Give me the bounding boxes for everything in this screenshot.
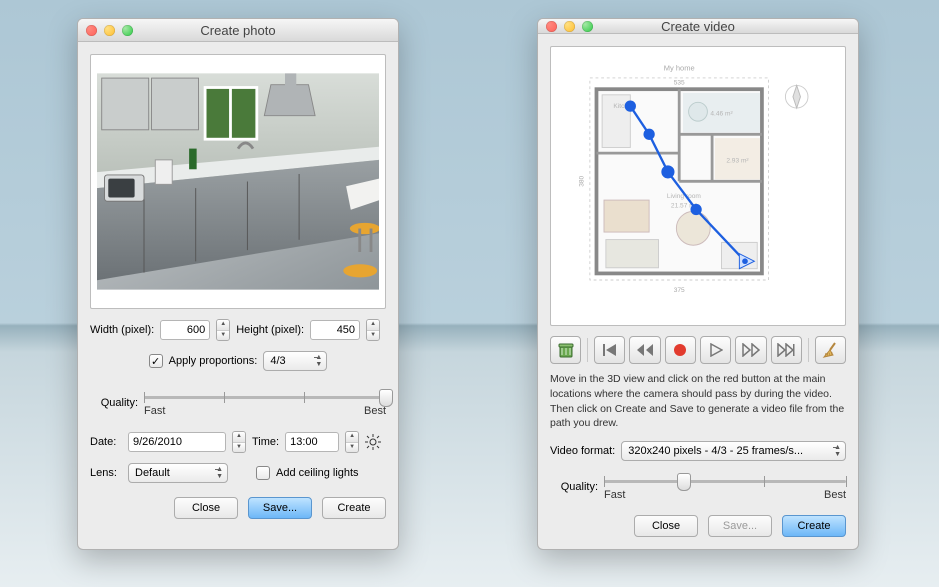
floor-plan-icon: My home 535 380 375 — [557, 53, 839, 319]
quality-slider[interactable] — [144, 389, 386, 405]
height-stepper[interactable]: ▲▼ — [366, 319, 380, 341]
lens-label: Lens: — [90, 467, 122, 479]
quality-fast-label: Fast — [604, 489, 625, 501]
svg-text:535: 535 — [674, 80, 685, 87]
close-window-icon[interactable] — [546, 21, 557, 32]
lens-value: Default — [135, 467, 170, 479]
quality-label: Quality: — [550, 481, 598, 493]
time-input[interactable] — [285, 432, 339, 452]
ceiling-lights-label: Add ceiling lights — [276, 467, 359, 479]
create-button[interactable]: Create — [322, 497, 386, 519]
svg-text:2.93 m²: 2.93 m² — [726, 158, 749, 165]
minimize-window-icon[interactable] — [564, 21, 575, 32]
apply-proportions-label: Apply proportions: — [169, 355, 258, 367]
close-button[interactable]: Close — [174, 497, 238, 519]
height-label: Height (pixel): — [236, 324, 304, 336]
ratio-value: 4/3 — [270, 355, 285, 367]
trash-icon — [557, 341, 575, 359]
lens-select[interactable]: Default ▲▼ — [128, 463, 228, 483]
svg-text:380: 380 — [578, 176, 585, 187]
quality-best-label: Best — [824, 489, 846, 501]
quality-fast-label: Fast — [144, 405, 165, 417]
width-label: Width (pixel): — [90, 324, 154, 336]
skip-end-icon — [777, 343, 795, 357]
record-icon — [672, 342, 688, 358]
video-format-label: Video format: — [550, 445, 615, 457]
zoom-window-icon[interactable] — [122, 25, 133, 36]
play-button[interactable] — [700, 336, 731, 364]
skip-end-button[interactable] — [771, 336, 802, 364]
svg-text:4.46 m²: 4.46 m² — [710, 111, 733, 118]
quality-label: Quality: — [90, 397, 138, 409]
delete-button[interactable] — [550, 336, 581, 364]
skip-start-button[interactable] — [594, 336, 625, 364]
ratio-select[interactable]: 4/3 ▲▼ — [263, 351, 327, 371]
broom-button[interactable] — [815, 336, 846, 364]
create-button[interactable]: Create — [782, 515, 846, 537]
zoom-window-icon[interactable] — [582, 21, 593, 32]
sun-icon[interactable] — [365, 434, 381, 450]
play-icon — [709, 343, 723, 357]
titlebar[interactable]: Create photo — [78, 19, 398, 42]
create-photo-window: Create photo — [77, 18, 399, 550]
rewind-icon — [636, 343, 654, 357]
forward-icon — [742, 343, 760, 357]
width-input[interactable] — [160, 320, 210, 340]
close-window-icon[interactable] — [86, 25, 97, 36]
video-format-value: 320x240 pixels - 4/3 - 25 frames/s... — [628, 445, 803, 457]
quality-slider[interactable] — [604, 473, 846, 489]
instruction-text: Move in the 3D view and click on the red… — [550, 372, 846, 431]
date-input[interactable] — [128, 432, 226, 452]
broom-icon — [821, 341, 839, 359]
time-stepper[interactable]: ▲▼ — [345, 431, 359, 453]
kitchen-render-icon — [97, 61, 379, 302]
forward-button[interactable] — [735, 336, 766, 364]
plan-preview[interactable]: My home 535 380 375 — [550, 46, 846, 326]
minimize-window-icon[interactable] — [104, 25, 115, 36]
apply-proportions-checkbox[interactable]: ✓ — [149, 354, 163, 368]
record-button[interactable] — [665, 336, 696, 364]
width-stepper[interactable]: ▲▼ — [216, 319, 230, 341]
skip-start-icon — [602, 343, 618, 357]
date-label: Date: — [90, 436, 122, 448]
date-stepper[interactable]: ▲▼ — [232, 431, 246, 453]
save-button[interactable]: Save... — [708, 515, 772, 537]
create-video-window: Create video My home 535 380 375 — [537, 18, 859, 550]
time-label: Time: — [252, 436, 279, 448]
titlebar[interactable]: Create video — [538, 19, 858, 34]
save-button[interactable]: Save... — [248, 497, 312, 519]
close-button[interactable]: Close — [634, 515, 698, 537]
height-input[interactable] — [310, 320, 360, 340]
photo-preview — [90, 54, 386, 309]
video-format-select[interactable]: 320x240 pixels - 4/3 - 25 frames/s... ▲▼ — [621, 441, 846, 461]
rewind-button[interactable] — [629, 336, 660, 364]
svg-text:375: 375 — [674, 287, 685, 294]
ceiling-lights-checkbox[interactable] — [256, 466, 270, 480]
svg-text:My home: My home — [664, 64, 695, 73]
